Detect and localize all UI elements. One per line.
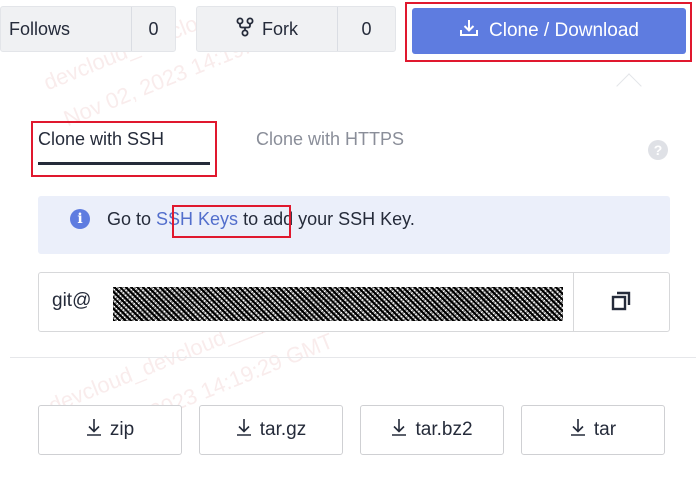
clone-download-label: Clone / Download	[489, 20, 639, 41]
section-divider	[10, 357, 696, 358]
fork-icon	[236, 17, 254, 42]
follows-count-value: 0	[148, 18, 159, 39]
download-icon	[459, 18, 479, 44]
download-label: tar	[593, 419, 617, 440]
download-label: zip	[109, 419, 135, 440]
download-label: tar.gz	[259, 419, 307, 440]
follows-button[interactable]: Follows	[1, 7, 131, 51]
copy-icon[interactable]	[610, 290, 632, 312]
download-zip-button[interactable]: zip	[38, 405, 182, 455]
copy-separator	[573, 273, 574, 331]
tab-clone-with-https[interactable]: Clone with HTTPS	[256, 129, 404, 155]
follows-count[interactable]: 0	[132, 7, 175, 51]
popover-arrow	[616, 73, 642, 99]
info-text-before: Go to	[107, 209, 157, 229]
tab-label: Clone with HTTPS	[256, 129, 405, 149]
fork-button-group: Fork 0	[196, 6, 396, 52]
download-tar-button[interactable]: tar	[521, 405, 665, 455]
download-label: tar.bz2	[415, 419, 473, 440]
fork-count-value: 0	[361, 18, 372, 39]
clone-url-prefix: git@	[52, 290, 92, 311]
download-arrow-icon	[391, 418, 407, 442]
download-arrow-icon	[86, 418, 102, 442]
fork-button[interactable]: Fork	[197, 7, 337, 51]
ssh-keys-link-highlight	[172, 205, 291, 238]
help-symbol: ?	[653, 142, 663, 158]
follows-label: Follows	[9, 18, 71, 39]
download-tar-gz-button[interactable]: tar.gz	[199, 405, 343, 455]
download-tar-bz2-button[interactable]: tar.bz2	[360, 405, 504, 455]
follows-button-group: Follows 0	[0, 6, 176, 52]
info-icon: i	[70, 209, 90, 229]
redacted-url	[113, 287, 563, 321]
tab-clone-with-ssh[interactable]: Clone with SSH	[38, 129, 164, 155]
fork-count[interactable]: 0	[338, 7, 395, 51]
help-icon[interactable]: ?	[648, 140, 668, 160]
clone-download-button[interactable]: Clone / Download	[412, 8, 686, 54]
download-arrow-icon	[236, 418, 252, 442]
tab-label: Clone with SSH	[38, 129, 165, 149]
fork-label: Fork	[262, 18, 298, 39]
active-tab-underline	[38, 162, 210, 165]
download-arrow-icon	[570, 418, 586, 442]
